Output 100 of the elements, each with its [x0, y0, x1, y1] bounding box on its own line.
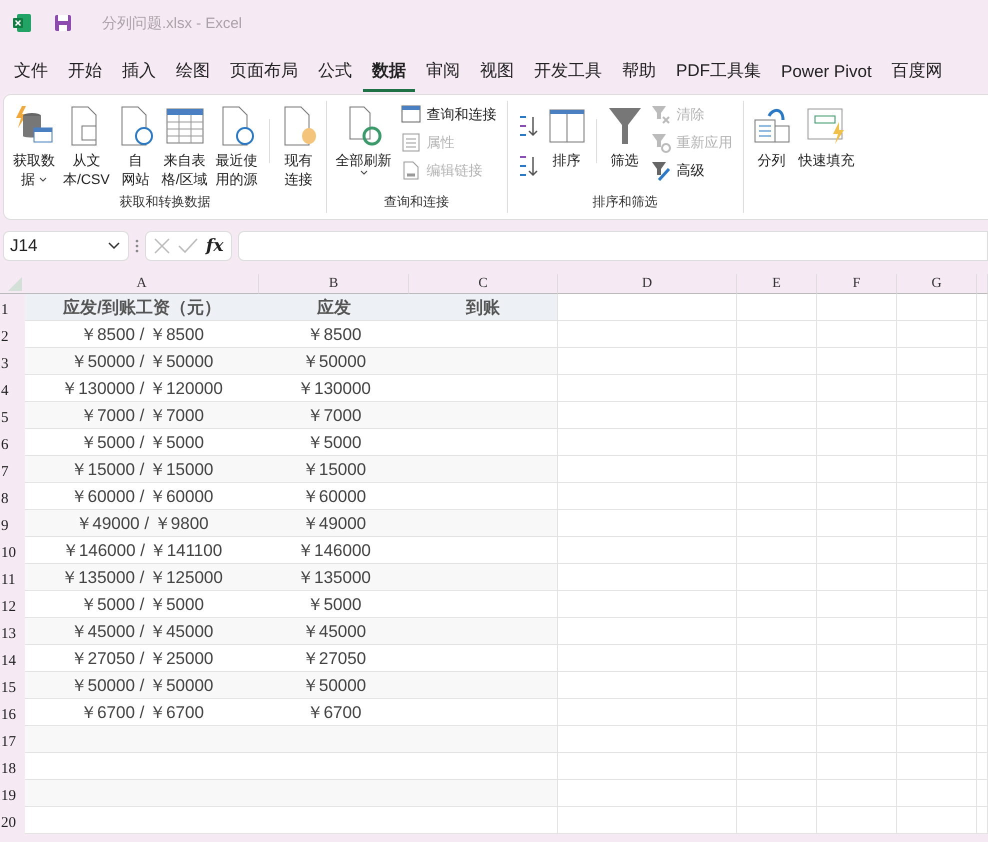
spreadsheet-cell[interactable]: [409, 537, 558, 564]
spreadsheet-cell[interactable]: [977, 483, 988, 510]
spreadsheet-cell[interactable]: [897, 618, 977, 645]
spreadsheet-cell[interactable]: [409, 780, 558, 807]
ribbon-tab[interactable]: 开始: [59, 53, 111, 92]
ribbon-button[interactable]: 来自表 格/区域: [158, 101, 211, 193]
spreadsheet-cell[interactable]: [409, 429, 558, 456]
sort-ascending-icon[interactable]: [518, 115, 540, 137]
row-header[interactable]: 3: [0, 348, 25, 375]
spreadsheet-cell[interactable]: [977, 348, 988, 375]
ribbon-tab[interactable]: 页面布局: [221, 53, 307, 92]
spreadsheet-cell[interactable]: [897, 321, 977, 348]
ribbon-button[interactable]: 从文 本/CSV: [60, 101, 113, 193]
spreadsheet-cell[interactable]: ￥45000 / ￥45000: [25, 618, 259, 645]
spreadsheet-cell[interactable]: ￥135000: [259, 564, 409, 591]
spreadsheet-cell[interactable]: [817, 402, 897, 429]
spreadsheet-cell[interactable]: [897, 672, 977, 699]
spreadsheet-cell[interactable]: [977, 429, 988, 456]
spreadsheet-cell[interactable]: ￥45000: [259, 618, 409, 645]
spreadsheet-cell[interactable]: [817, 456, 897, 483]
row-header[interactable]: 8: [0, 483, 25, 510]
spreadsheet-cell[interactable]: [817, 645, 897, 672]
spreadsheet-cell[interactable]: ￥50000: [259, 672, 409, 699]
spreadsheet-cell[interactable]: [897, 699, 977, 726]
spreadsheet-cell[interactable]: [817, 699, 897, 726]
ribbon-button[interactable]: 筛选: [604, 101, 645, 193]
spreadsheet-cell[interactable]: ￥7000 / ￥7000: [25, 402, 259, 429]
spreadsheet-cell[interactable]: [897, 429, 977, 456]
spreadsheet-cell[interactable]: [977, 672, 988, 699]
spreadsheet-cell[interactable]: ￥7000: [259, 402, 409, 429]
spreadsheet-cell[interactable]: [817, 483, 897, 510]
spreadsheet-cell[interactable]: [737, 699, 817, 726]
row-header[interactable]: 1: [0, 294, 25, 321]
ribbon-button[interactable]: 最近使 用的源: [212, 101, 261, 193]
spreadsheet-cell[interactable]: [25, 726, 259, 753]
spreadsheet-cell[interactable]: [558, 564, 737, 591]
spreadsheet-cell[interactable]: [737, 402, 817, 429]
ribbon-button[interactable]: 自 网站: [114, 101, 157, 193]
spreadsheet-cell[interactable]: [558, 618, 737, 645]
spreadsheet-cell[interactable]: [897, 375, 977, 402]
spreadsheet-cell[interactable]: [558, 807, 737, 834]
row-header[interactable]: 10: [0, 537, 25, 564]
row-header[interactable]: 7: [0, 456, 25, 483]
ribbon-button[interactable]: 获取数 据: [10, 101, 58, 193]
column-header[interactable]: B: [259, 274, 409, 294]
ribbon-button[interactable]: 分列: [750, 101, 794, 213]
spreadsheet-cell[interactable]: [817, 294, 897, 321]
header-cell[interactable]: 应发/到账工资（元）: [25, 294, 259, 321]
ribbon-tab[interactable]: 百度网: [882, 53, 952, 92]
spreadsheet-cell[interactable]: [977, 564, 988, 591]
spreadsheet-cell[interactable]: [558, 510, 737, 537]
spreadsheet-cell[interactable]: [558, 402, 737, 429]
spreadsheet-cell[interactable]: [977, 537, 988, 564]
spreadsheet-cell[interactable]: [737, 348, 817, 375]
row-header[interactable]: 6: [0, 429, 25, 456]
spreadsheet-cell[interactable]: [409, 483, 558, 510]
ribbon-tab[interactable]: 开发工具: [525, 53, 611, 92]
spreadsheet-cell[interactable]: [409, 456, 558, 483]
ribbon-tab[interactable]: 帮助: [613, 53, 665, 92]
spreadsheet-cell[interactable]: [737, 537, 817, 564]
row-header[interactable]: 2: [0, 321, 25, 348]
spreadsheet-cell[interactable]: [977, 807, 988, 834]
spreadsheet-cell[interactable]: [737, 807, 817, 834]
ribbon-button[interactable]: 现有 连接: [278, 101, 320, 193]
spreadsheet-cell[interactable]: [737, 564, 817, 591]
spreadsheet-cell[interactable]: [409, 321, 558, 348]
formula-input[interactable]: [238, 231, 988, 261]
spreadsheet-cell[interactable]: [817, 780, 897, 807]
spreadsheet-cell[interactable]: [558, 429, 737, 456]
spreadsheet-cell[interactable]: [977, 375, 988, 402]
row-header[interactable]: 13: [0, 618, 25, 645]
spreadsheet-cell[interactable]: [558, 348, 737, 375]
spreadsheet-cell[interactable]: [817, 807, 897, 834]
spreadsheet-cell[interactable]: [817, 726, 897, 753]
row-header[interactable]: 20: [0, 807, 25, 834]
spreadsheet-cell[interactable]: [897, 807, 977, 834]
spreadsheet-cell[interactable]: [558, 645, 737, 672]
spreadsheet-cell[interactable]: [409, 591, 558, 618]
spreadsheet-cell[interactable]: [558, 321, 737, 348]
row-header[interactable]: 18: [0, 753, 25, 780]
spreadsheet-cell[interactable]: [817, 564, 897, 591]
spreadsheet-cell[interactable]: [409, 753, 558, 780]
header-cell[interactable]: 应发: [259, 294, 409, 321]
column-header[interactable]: D: [558, 274, 737, 294]
spreadsheet-cell[interactable]: [409, 348, 558, 375]
spreadsheet-cell[interactable]: [737, 456, 817, 483]
row-header[interactable]: 16: [0, 699, 25, 726]
spreadsheet-cell[interactable]: [558, 780, 737, 807]
spreadsheet-cell[interactable]: [977, 699, 988, 726]
spreadsheet-cell[interactable]: [817, 753, 897, 780]
spreadsheet-cell[interactable]: [558, 294, 737, 321]
row-header[interactable]: 12: [0, 591, 25, 618]
row-header[interactable]: 17: [0, 726, 25, 753]
spreadsheet-cell[interactable]: [977, 780, 988, 807]
ribbon-tab[interactable]: Power Pivot: [772, 56, 881, 92]
spreadsheet-cell[interactable]: [977, 294, 988, 321]
spreadsheet-cell[interactable]: [737, 429, 817, 456]
spreadsheet-cell[interactable]: [558, 672, 737, 699]
ribbon-tab[interactable]: PDF工具集: [667, 53, 770, 92]
spreadsheet-cell[interactable]: [897, 483, 977, 510]
